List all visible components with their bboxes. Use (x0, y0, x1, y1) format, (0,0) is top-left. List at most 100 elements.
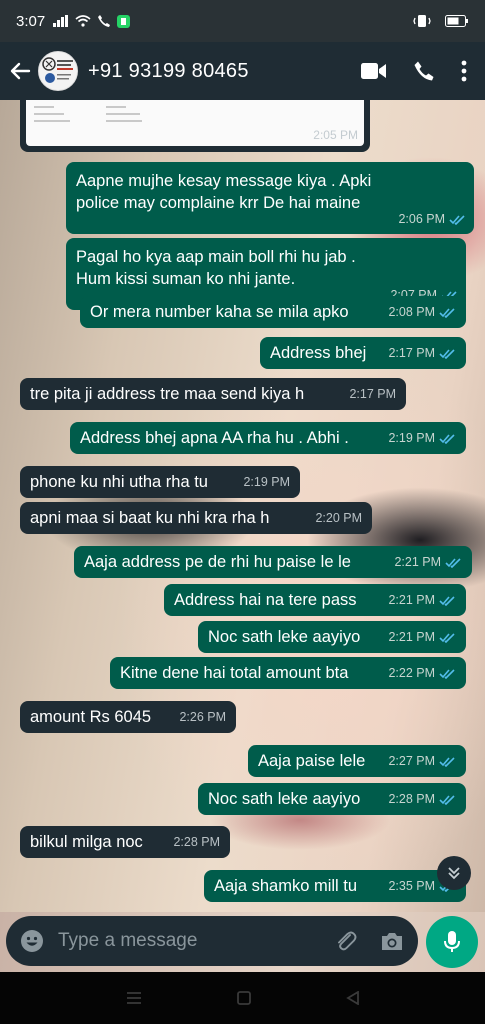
message-time: 2:27 PM (388, 754, 435, 768)
emoji-icon[interactable] (20, 929, 44, 953)
voice-record-button[interactable] (426, 916, 478, 968)
shared-document-message[interactable]: 2:05 PM (20, 100, 370, 152)
video-call-icon[interactable] (361, 62, 387, 80)
read-receipt-icon (439, 433, 455, 444)
message-time: 2:28 PM (388, 792, 435, 806)
incoming-message[interactable]: amount Rs 6045 2:26 PM (20, 701, 236, 733)
read-receipt-icon (439, 307, 455, 318)
message-meta: 2:20 PM (315, 507, 362, 529)
message-time: 2:17 PM (388, 346, 435, 360)
read-receipt-icon (439, 632, 455, 643)
message-meta: 2:21 PM (388, 626, 456, 648)
outgoing-message[interactable]: Aaja address pe de rhi hu paise le le 2:2… (74, 546, 472, 578)
message-time: 2:21 PM (388, 630, 435, 644)
avatar[interactable] (38, 51, 78, 91)
message-meta: 2:28 PM (173, 831, 220, 853)
battery-icon (445, 15, 468, 27)
contact-name[interactable]: +91 93199 80465 (88, 60, 249, 83)
message-meta: 2:28 PM (388, 788, 456, 810)
read-receipt-icon (445, 557, 461, 568)
scroll-down-button[interactable] (437, 856, 471, 890)
message-text: Aaja paise lele (258, 752, 366, 770)
outgoing-message[interactable]: Aapne mujhe kesay message kiya . Apki po… (66, 162, 474, 234)
message-meta: 2:06 PM (398, 208, 466, 230)
message-meta: 2:22 PM (388, 662, 456, 684)
message-text: Kitne dene hai total amount bta (120, 664, 349, 682)
read-receipt-icon (439, 756, 455, 767)
message-time: 2:22 PM (388, 666, 435, 680)
message-time: 2:20 PM (315, 511, 362, 525)
message-text: Address hai na tere pass (174, 591, 357, 609)
outgoing-message[interactable]: Address bhej apna AA rha hu . Abhi . 2:19… (70, 422, 466, 454)
incoming-message[interactable]: tre pita ji address tre maa send kiya h 2… (20, 378, 406, 410)
outgoing-message[interactable]: Noc sath leke aayiyo 2:28 PM (198, 783, 466, 815)
message-text: Noc sath leke aayiyo (208, 628, 361, 646)
system-navigation-bar (0, 972, 485, 1024)
message-text: Noc sath leke aayiyo (208, 790, 361, 808)
message-text: amount Rs 6045 (30, 708, 152, 726)
status-time: 3:07 (16, 12, 46, 30)
incoming-message[interactable]: bilkul milga noc 2:28 PM (20, 826, 230, 858)
message-text: Or mera number kaha se mila apko (90, 303, 349, 321)
message-time: 2:08 PM (388, 305, 435, 319)
phone-call-icon[interactable] (413, 60, 435, 82)
signal-icon (53, 15, 69, 27)
outgoing-message[interactable]: Kitne dene hai total amount bta 2:22 PM (110, 657, 466, 689)
message-time: 2:21 PM (388, 593, 435, 607)
back-nav-icon[interactable] (345, 991, 360, 1005)
message-time: 2:26 PM (179, 710, 226, 724)
back-arrow-icon (10, 62, 31, 80)
status-bar: 3:07 (0, 0, 485, 42)
message-time: 2:35 PM (388, 879, 435, 893)
message-text: tre pita ji address tre maa send kiya h (30, 385, 305, 403)
camera-icon[interactable] (380, 930, 404, 952)
message-time: 2:17 PM (349, 387, 396, 401)
outgoing-message[interactable]: Aaja shamko mill tu 2:35 PM (204, 870, 466, 902)
message-text: apni maa si baat ku nhi kra rha h (30, 509, 270, 527)
attach-icon[interactable] (334, 929, 358, 953)
message-meta: 2:27 PM (388, 750, 456, 772)
scroll-down-icon (448, 867, 460, 880)
outgoing-message[interactable]: Aaja paise lele 2:27 PM (248, 745, 466, 777)
mic-icon (444, 931, 460, 952)
message-time: 2:28 PM (173, 835, 220, 849)
outgoing-message[interactable]: Address bhej 2:17 PM (260, 337, 466, 369)
outgoing-message[interactable]: Address hai na tere pass 2:21 PM (164, 584, 466, 616)
message-time: 2:05 PM (313, 128, 358, 142)
incoming-message[interactable]: phone ku nhi utha rha tu 2:19 PM (20, 466, 300, 498)
message-text: Aaja shamko mill tu (214, 877, 358, 895)
more-options-icon[interactable] (461, 60, 467, 82)
message-placeholder[interactable]: Type a message (58, 930, 197, 952)
message-meta: 2:17 PM (388, 342, 456, 364)
message-meta: 2:08 PM (388, 301, 456, 323)
message-input[interactable]: Type a message (6, 916, 418, 966)
composer-bar: Type a message (0, 912, 485, 972)
message-time: 2:21 PM (394, 555, 441, 569)
contact-logo-image (42, 57, 73, 83)
back-button[interactable] (2, 42, 38, 100)
message-meta: 2:21 PM (388, 589, 456, 611)
message-time: 2:19 PM (388, 431, 435, 445)
message-meta: 2:21 PM (394, 551, 462, 573)
read-receipt-icon (449, 214, 465, 225)
app-notification-icon (117, 14, 131, 28)
chat-header: +91 93199 80465 (0, 42, 485, 100)
message-time: 2:19 PM (243, 475, 290, 489)
message-text: phone ku nhi utha rha tu (30, 473, 208, 491)
message-meta: 2:26 PM (179, 706, 226, 728)
message-text: bilkul milga noc (30, 833, 143, 851)
outgoing-message[interactable]: Noc sath leke aayiyo 2:21 PM (198, 621, 466, 653)
read-receipt-icon (439, 668, 455, 679)
wifi-icon (75, 15, 91, 27)
message-meta: 2:17 PM (349, 383, 396, 405)
read-receipt-icon (439, 348, 455, 359)
message-time: 2:06 PM (398, 212, 445, 226)
message-text: Address bhej (270, 344, 367, 362)
menu-nav-icon[interactable] (126, 991, 142, 1005)
outgoing-message[interactable]: Or mera number kaha se mila apko 2:08 PM (80, 296, 466, 328)
incoming-message[interactable]: apni maa si baat ku nhi kra rha h 2:20 PM (20, 502, 372, 534)
message-text: Address bhej apna AA rha hu . Abhi . (80, 429, 349, 447)
chat-area[interactable]: 2:05 PM Aapne mujhe kesay message kiya .… (0, 100, 485, 912)
message-text: Aaja address pe de rhi hu paise le le (84, 553, 351, 571)
home-nav-icon[interactable] (236, 991, 251, 1005)
